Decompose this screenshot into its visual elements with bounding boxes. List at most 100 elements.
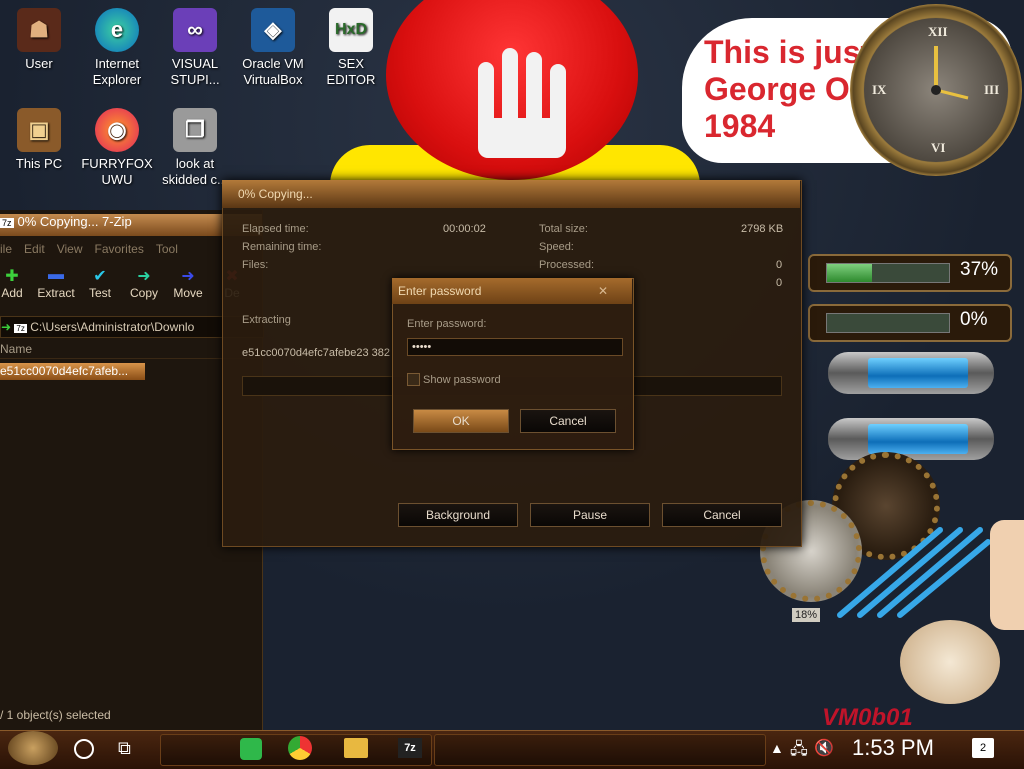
search-circle-icon[interactable] <box>74 739 94 759</box>
test-button[interactable]: ✔ Test <box>78 266 122 300</box>
pipe-tube-2 <box>828 418 994 460</box>
7zip-taskbar-icon[interactable]: 7z <box>398 738 422 758</box>
menu-view[interactable]: View <box>57 242 83 258</box>
password-title-text: Enter password <box>398 284 482 298</box>
copy-button[interactable]: ➜ Copy <box>122 266 166 300</box>
file-row-selected[interactable]: e51cc0070d4efc7afeb... <box>0 363 145 380</box>
arrow-right-icon: ➜ <box>181 268 195 285</box>
7zip-app-icon: 7z <box>14 324 27 333</box>
cancel-button[interactable]: Cancel <box>662 503 782 527</box>
notification-count: 2 <box>979 742 987 754</box>
toolbar-label: Test <box>88 286 111 300</box>
small-gauge-label: 18% <box>792 608 821 622</box>
check-icon: ✔ <box>93 268 107 285</box>
7zip-toolbar: ✚Add ▬Extract ✔Test ➜Copy ➜Move ✖De <box>0 266 254 300</box>
menu-file[interactable]: ile <box>0 242 12 258</box>
gauge-bar <box>826 313 950 333</box>
task-view-icon[interactable]: ⧉ <box>118 738 131 759</box>
go-arrow-icon: ➜ <box>1 320 12 334</box>
pause-button[interactable]: Pause <box>530 503 650 527</box>
desktop-icon-virtualbox[interactable]: ◈ Oracle VM VirtualBox <box>234 8 312 88</box>
firefox-icon: ◉ <box>95 108 139 152</box>
clock-time[interactable]: 1:53 PM <box>852 735 934 761</box>
column-name[interactable]: Name <box>0 342 32 356</box>
close-icon[interactable]: ✕ <box>598 284 608 298</box>
menu-tools[interactable]: Tool <box>156 242 178 258</box>
compressed-value: 0 <box>776 277 783 289</box>
tube-glass <box>868 358 968 388</box>
start-gear-icon[interactable] <box>8 731 58 765</box>
background-button[interactable]: Background <box>398 503 518 527</box>
gauge-percent: 0% <box>960 309 988 330</box>
volume-muted-icon[interactable]: 🔇 <box>814 738 834 758</box>
desktop-icon-label: VISUAL STUPI... <box>170 56 220 87</box>
desktop-icon-hex-editor[interactable]: HxD SEX EDITOR <box>312 8 390 88</box>
stop-hand-icon <box>478 48 566 158</box>
cartoon-character-image <box>990 520 1024 630</box>
progress-titlebar: 0% Copying... <box>222 180 800 208</box>
show-password-label: Show password <box>423 374 501 386</box>
toolbar-label: Copy <box>129 286 158 300</box>
desktop-icon-label: Oracle VM VirtualBox <box>242 56 304 87</box>
copy-stack-icon: ❐ <box>173 108 217 152</box>
clock-hands-icon <box>931 46 969 100</box>
chevron-up-icon[interactable]: ▲ <box>770 740 784 756</box>
chrome-icon[interactable] <box>288 736 312 760</box>
gauge-fill <box>827 264 873 282</box>
processed-value: 0 <box>776 259 783 271</box>
sheets-app-icon[interactable] <box>240 738 262 760</box>
7zip-app-icon: 7z <box>0 218 14 228</box>
add-button[interactable]: ✚ Add <box>0 266 34 300</box>
menu-favorites[interactable]: Favorites <box>95 242 144 258</box>
gauge-percent: 37% <box>960 259 999 280</box>
total-size-value: 2798 KB <box>741 223 784 235</box>
tube-glass <box>868 424 968 454</box>
hex-editor-icon: HxD <box>329 8 373 52</box>
arrow-right-icon: ➜ <box>137 268 151 285</box>
plus-icon: ✚ <box>5 268 19 285</box>
progress-title-text: 0% Copying... <box>238 187 313 201</box>
edge-browser-icon: e <box>95 8 139 52</box>
desktop-icon-user[interactable]: ☗ User <box>0 8 78 72</box>
processed-label: Processed: <box>539 259 595 271</box>
password-titlebar: Enter password ✕ <box>392 278 632 304</box>
desktop-icon-internet-explorer[interactable]: e Internet Explorer <box>78 8 156 88</box>
blue-tubes-icon <box>837 527 990 618</box>
virtualbox-icon: ◈ <box>251 8 295 52</box>
extract-button[interactable]: ▬ Extract <box>34 266 78 300</box>
files-label: Files: <box>242 259 269 271</box>
show-password-checkbox[interactable] <box>407 373 420 386</box>
speed-label: Speed: <box>539 241 574 253</box>
desktop-icon-label: This PC <box>15 156 63 171</box>
password-cancel-button[interactable]: Cancel <box>520 409 616 433</box>
network-icon[interactable]: 🖧 <box>790 738 808 765</box>
desktop-icon-visual-studio[interactable]: ∞ VISUAL STUPI... <box>156 8 234 88</box>
menu-edit[interactable]: Edit <box>24 242 45 258</box>
file-explorer-icon[interactable] <box>344 738 368 758</box>
signature-text: VM0b01 <box>822 704 913 731</box>
desktop-icon-this-pc[interactable]: ▣ This PC <box>0 108 78 172</box>
7zip-title-text: 0% Copying... 7-Zip <box>17 214 132 229</box>
password-input[interactable] <box>407 338 623 356</box>
minus-icon: ▬ <box>48 266 64 283</box>
gauge-bar <box>826 263 950 283</box>
visual-studio-icon: ∞ <box>173 8 217 52</box>
toolbar-label: Add <box>1 286 23 300</box>
total-size-label: Total size: <box>539 223 588 235</box>
desktop-icon-firefox[interactable]: ◉ FURRYFOX UWU <box>78 108 156 188</box>
hamster-image <box>900 620 1000 704</box>
progress-gauge-1: 37% <box>808 254 1012 292</box>
desktop-icon-skidded[interactable]: ❐ look at skidded c... <box>156 108 234 188</box>
move-button[interactable]: ➜ Move <box>166 266 210 300</box>
taskbar-empty-area <box>434 734 766 766</box>
extracting-file: e51cc0070d4efc7afebe23 382 <box>242 347 391 359</box>
desktop-icon-label: Internet Explorer <box>92 56 142 87</box>
elapsed-label: Elapsed time: <box>242 223 309 235</box>
remaining-label: Remaining time: <box>242 241 322 253</box>
notification-icon[interactable]: 2 <box>972 738 994 758</box>
toolbar-label: Extract <box>37 286 75 300</box>
ok-button[interactable]: OK <box>413 409 509 433</box>
desktop-icon-label: SEX EDITOR <box>326 56 376 87</box>
pipe-tube-1 <box>828 352 994 394</box>
desktop-icon-label: User <box>25 56 53 71</box>
